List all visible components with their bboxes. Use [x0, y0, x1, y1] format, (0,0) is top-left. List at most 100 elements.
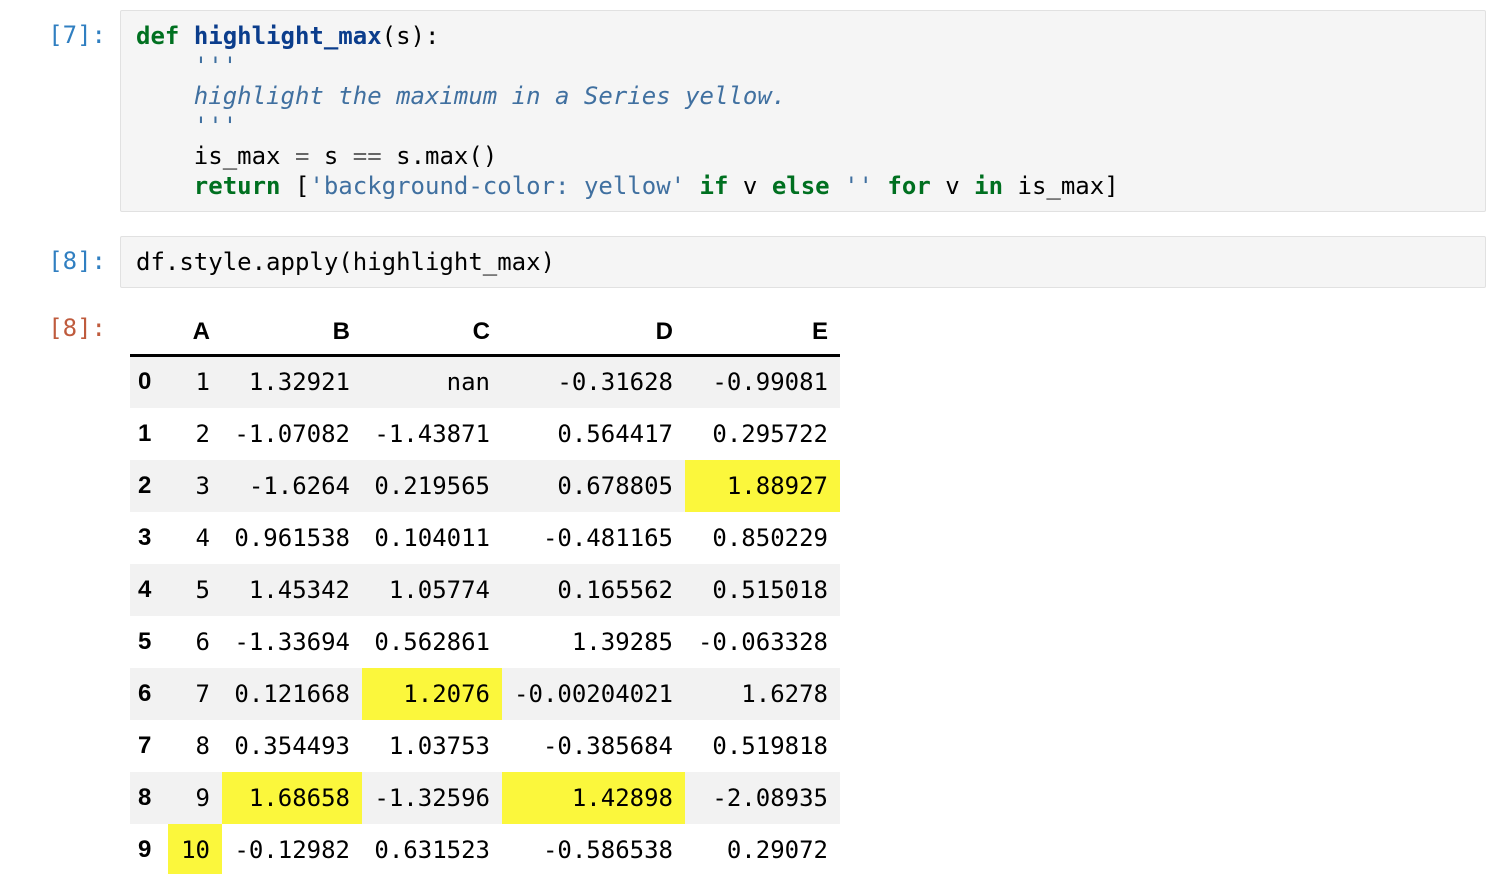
table-row: 8 9 1.68658 -1.32596 1.42898 -2.08935: [130, 771, 840, 824]
df-cell: -0.063328: [697, 627, 828, 656]
code-token: return: [193, 172, 281, 200]
df-cell: 9: [195, 783, 210, 812]
df-cell: 0.295722: [712, 419, 828, 448]
code-token: ==: [352, 142, 382, 170]
row-index: 5: [138, 627, 152, 655]
df-cell: -1.33694: [234, 627, 350, 656]
code-token: highlight the maximum in a Series yellow…: [193, 82, 787, 110]
df-cell: 0.219565: [374, 471, 490, 500]
df-cell: -0.31628: [557, 368, 673, 397]
df-cell: 0.564417: [557, 419, 673, 448]
df-cell: 2: [195, 419, 210, 448]
code-cell-8: [8]: df.style.apply(highlight_max): [0, 236, 1488, 288]
row-index: 9: [138, 835, 152, 863]
df-cell: 0.121668: [234, 679, 350, 708]
code-editor-8[interactable]: df.style.apply(highlight_max): [120, 236, 1486, 288]
code-token: s.max(): [381, 142, 498, 170]
code-token: def: [136, 22, 180, 50]
code-token: =: [294, 142, 310, 170]
df-cell: 0.515018: [712, 575, 828, 604]
dataframe-table: ABCDE 0 1 1.32921 nan -0.31628 -0.99081 1 2 -1.0…: [130, 312, 840, 874]
row-index: 7: [138, 731, 152, 759]
row-index: 8: [138, 783, 152, 811]
df-cell: -1.6264: [248, 471, 350, 500]
table-row: 6 7 0.121668 1.2076 -0.00204021 1.6278: [130, 667, 840, 720]
output-prompt-8: [8]:: [48, 314, 106, 342]
df-cell: 1.32921: [248, 368, 350, 397]
df-cell: 0.519818: [712, 731, 828, 760]
df-cell: 5: [195, 575, 210, 604]
header-row: ABCDE: [130, 312, 840, 357]
table-row: 1 2 -1.07082 -1.43871 0.564417 0.295722: [130, 408, 840, 460]
code-token: s: [309, 142, 353, 170]
column-header-A: A: [168, 312, 222, 357]
prompt-column: [8]:: [0, 236, 120, 275]
dataframe-header: ABCDE: [130, 312, 840, 357]
code-token: v: [728, 172, 772, 200]
table-row: 4 5 1.45342 1.05774 0.165562 0.515018: [130, 563, 840, 616]
code-content-7: def highlight_max(s): ''' highlight the …: [136, 21, 1470, 201]
df-cell: 4: [195, 523, 210, 552]
code-token: ''': [193, 52, 238, 80]
code-editor-7[interactable]: def highlight_max(s): ''' highlight the …: [120, 10, 1486, 212]
df-cell: -0.481165: [542, 523, 673, 552]
notebook: [7]: def highlight_max(s): ''' highlight…: [0, 0, 1488, 874]
df-cell: 1: [195, 368, 210, 397]
code-token: highlight_max: [193, 22, 382, 50]
table-row: 3 4 0.961538 0.104011 -0.481165 0.850229: [130, 512, 840, 564]
df-cell: -1.43871: [374, 419, 490, 448]
code-token: in: [974, 172, 1004, 200]
code-token: [: [280, 172, 310, 200]
df-cell: 6: [195, 627, 210, 656]
code-token: for: [887, 172, 931, 200]
code-token: ''': [193, 112, 238, 140]
df-cell: -0.12982: [234, 835, 350, 864]
row-index: 3: [138, 523, 152, 551]
df-cell: 1.6278: [741, 679, 828, 708]
df-cell: 0.354493: [234, 731, 350, 760]
df-cell: -0.00204021: [514, 679, 673, 708]
df-cell: 3: [195, 471, 210, 500]
code-token: v: [930, 172, 975, 200]
row-index: 6: [138, 679, 152, 707]
row-index: 4: [138, 575, 152, 603]
df-cell: 0.850229: [712, 523, 828, 552]
df-cell: -0.99081: [712, 368, 828, 397]
column-header-D: D: [502, 312, 685, 357]
df-cell: 1.2076: [362, 667, 502, 720]
df-cell: nan: [446, 368, 490, 397]
prompt-column: [8]:: [0, 312, 120, 342]
code-cell-7: [7]: def highlight_max(s): ''' highlight…: [0, 10, 1488, 212]
df-cell: -0.586538: [542, 835, 673, 864]
df-cell: 1.42898: [502, 771, 685, 824]
code-token: if: [699, 172, 729, 200]
df-cell: 7: [195, 679, 210, 708]
df-cell: 1.68658: [222, 771, 362, 824]
df-cell: 0.961538: [234, 523, 350, 552]
df-cell: 1.45342: [248, 575, 350, 604]
code-content-8: df.style.apply(highlight_max): [136, 247, 1470, 277]
code-token: '': [844, 172, 873, 200]
table-row: 9 10 -0.12982 0.631523 -0.586538 0.29072: [130, 823, 840, 874]
code-token: (s):: [381, 22, 440, 50]
table-row: 5 6 -1.33694 0.562861 1.39285 -0.063328: [130, 616, 840, 668]
code-token: is_max]: [1003, 172, 1119, 200]
column-header-B: B: [222, 312, 362, 357]
prompt-column: [7]:: [0, 10, 120, 49]
code-token: else: [771, 172, 830, 200]
input-prompt-7: [7]:: [48, 21, 106, 49]
df-cell: 1.03753: [388, 731, 490, 760]
output-area: ABCDE 0 1 1.32921 nan -0.31628 -0.99081 1 2 -1.0…: [120, 312, 1488, 874]
df-cell: -0.385684: [542, 731, 673, 760]
df-cell: -1.32596: [374, 783, 490, 812]
row-index: 1: [138, 419, 152, 447]
df-cell: 0.631523: [374, 835, 490, 864]
corner-header-cell: [130, 312, 168, 357]
df-cell: 0.29072: [726, 835, 828, 864]
output-cell-8: [8]: ABCDE 0 1 1.32921 nan -0.31628 -0.99081 1…: [0, 312, 1488, 874]
